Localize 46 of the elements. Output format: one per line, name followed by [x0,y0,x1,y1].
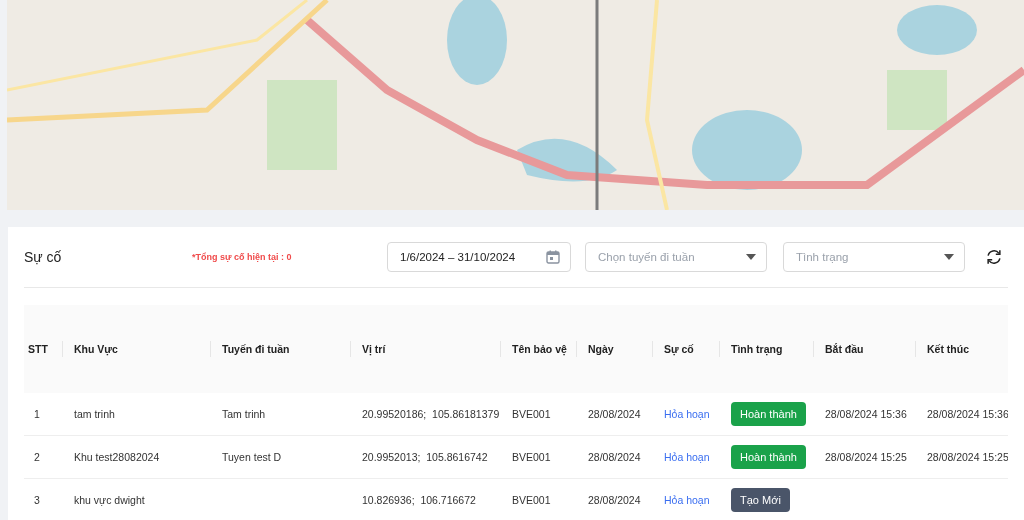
incident-link[interactable]: Hỏa hoạn [664,408,710,420]
table-cell: 1 [34,408,40,420]
table-cell: 10.826936; 106.716672 [362,494,476,506]
status-badge: Hoàn thành [731,402,806,426]
table-cell: 28/08/2024 [588,494,641,506]
table-cell: 28/08/2024 15:25 [825,451,907,463]
table-cell: 28/08/2024 15:36 [825,408,907,420]
column-header: Vị trí [362,343,386,355]
table-cell: 28/08/2024 [588,451,641,463]
table-cell: 2 [34,451,40,463]
table-cell: 28/08/2024 15:36 [927,408,1008,420]
table-cell: tam trinh [74,408,115,420]
column-header: Sự cố [664,343,694,355]
caret-icon [944,254,954,260]
column-header: Tuyến đi tuần [222,343,290,355]
column-header: Bắt đầu [825,343,864,355]
table-cell: 28/08/2024 15:25 [927,451,1008,463]
table-cell: 28/08/2024 [588,408,641,420]
incident-link[interactable]: Hỏa hoạn [664,494,710,506]
route-select[interactable]: Chọn tuyến đi tuần [585,242,767,272]
table-cell: 3 [34,494,40,506]
table-cell: BVE001 [512,494,551,506]
column-header: STT [28,343,48,355]
table-cell: khu vực dwight [74,494,145,506]
table-cell: Tuyen test D [222,451,282,463]
total-note: *Tổng sự cố hiện tại : 0 [192,252,293,262]
column-header: Tên bảo vệ [512,343,567,355]
status-badge: Hoàn thành [731,445,806,469]
date-range-field[interactable]: 1/6/2024 – 31/10/2024 [387,242,571,272]
refresh-icon[interactable] [985,248,1003,266]
table-cell: 20.9952013; 105.8616742 [362,451,488,463]
panel-title: Sự cố [24,249,63,265]
calendar-icon [546,250,560,264]
column-header: Ngày [588,343,614,355]
table-cell: Khu test28082024 [74,451,160,463]
table-cell: BVE001 [512,451,551,463]
status-badge: Tạo Mới [731,488,790,512]
table-cell: 20.99520186; 105.86181379 [362,408,500,420]
incident-link[interactable]: Hỏa hoạn [664,451,710,463]
table-cell: BVE001 [512,408,551,420]
table-cell: Tam trinh [222,408,266,420]
column-header: Khu Vực [74,343,118,355]
caret-icon [746,254,756,260]
status-select[interactable]: Tình trạng [783,242,965,272]
column-header: Tình trạng [731,343,783,355]
column-header: Kết thúc [927,343,969,355]
